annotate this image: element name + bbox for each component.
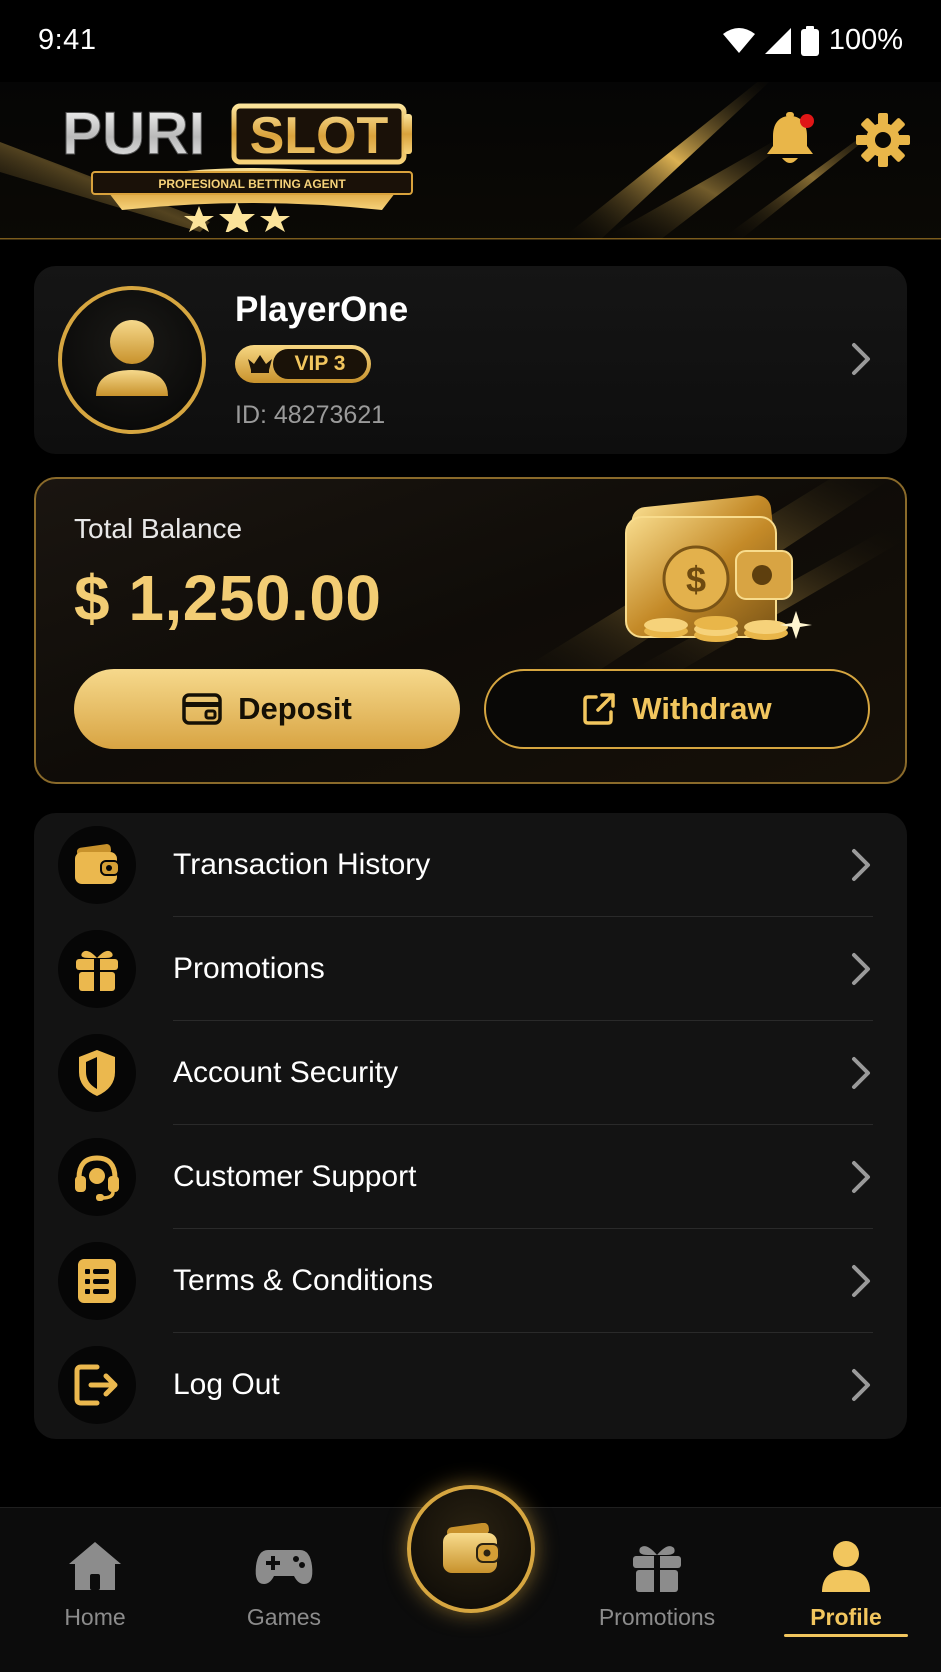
menu-item-customer-support[interactable]: Customer Support	[34, 1125, 907, 1229]
balance-label: Total Balance	[74, 513, 243, 544]
menu-label: Promotions	[173, 952, 325, 985]
app-header: PROFESIONAL BETTING AGENT PURI SLOT	[0, 82, 941, 240]
nav-label: Games	[246, 1604, 322, 1630]
notification-bell-button[interactable]	[764, 112, 816, 168]
card-icon	[182, 693, 222, 725]
purislot-logo: PROFESIONAL BETTING AGENT PURI SLOT	[62, 92, 442, 234]
cellular-icon	[764, 27, 791, 54]
chevron-right-icon	[852, 343, 870, 375]
nav-games[interactable]: Games	[209, 1528, 359, 1658]
menu-icon-bg	[58, 1346, 136, 1424]
menu-item-log-out[interactable]: Log Out	[34, 1333, 907, 1437]
deposit-button[interactable]: Deposit	[74, 669, 460, 749]
status-icons: 100%	[722, 24, 903, 57]
battery-percent: 100%	[828, 24, 903, 56]
menu-label: Account Security	[173, 1056, 399, 1089]
withdraw-button[interactable]: Withdraw	[484, 669, 870, 749]
wallet-icon	[75, 844, 120, 884]
chevron-right-icon	[852, 1161, 870, 1193]
menu-icon-bg	[58, 1242, 136, 1320]
settings-button[interactable]	[856, 113, 910, 167]
nav-label: Profile	[810, 1604, 882, 1630]
menu-item-promotions[interactable]: Promotions	[34, 917, 907, 1021]
nav-wallet-button[interactable]	[407, 1485, 535, 1613]
profile-card[interactable]: PlayerOne VIP 3 ID: 48273621	[34, 266, 907, 454]
balance-amount: $ 1,250.00	[74, 562, 382, 634]
gamepad-icon	[255, 1550, 313, 1584]
menu-icon-bg	[58, 930, 136, 1008]
user-icon	[822, 1541, 870, 1592]
menu-label: Terms & Conditions	[173, 1264, 434, 1297]
chevron-right-icon	[852, 1057, 870, 1089]
user-icon	[96, 320, 168, 396]
nav-promotions[interactable]: Promotions	[582, 1528, 732, 1658]
menu-label: Transaction History	[173, 848, 431, 881]
chevron-right-icon	[852, 1369, 870, 1401]
profile-id: ID: 48273621	[235, 401, 386, 429]
menu-icon-bg	[58, 826, 136, 904]
vip-level: VIP 3	[273, 349, 367, 379]
withdraw-label: Withdraw	[632, 691, 772, 726]
svg-text:$: $	[686, 559, 706, 600]
svg-text:PROFESIONAL BETTING AGENT: PROFESIONAL BETTING AGENT	[158, 177, 346, 191]
nav-home[interactable]: Home	[20, 1528, 170, 1658]
shield-icon	[79, 1050, 115, 1096]
profile-name: PlayerOne	[235, 290, 409, 329]
menu-item-transaction-history[interactable]: Transaction History	[34, 813, 907, 917]
chevron-right-icon	[852, 849, 870, 881]
status-time: 9:41	[38, 24, 97, 56]
status-bar: 9:41 100%	[0, 0, 941, 82]
menu-icon-bg	[58, 1034, 136, 1112]
svg-text:SLOT: SLOT	[250, 107, 389, 165]
nav-label: Home	[64, 1604, 126, 1630]
gear-icon	[856, 113, 910, 167]
wifi-icon	[722, 27, 755, 53]
gift-icon	[633, 1546, 681, 1592]
chevron-right-icon	[852, 953, 870, 985]
chevron-right-icon	[852, 1265, 870, 1297]
crown-icon	[248, 355, 272, 373]
wallet-icon	[443, 1523, 500, 1573]
active-tab-indicator	[784, 1634, 908, 1637]
avatar	[58, 286, 206, 434]
menu-icon-bg	[58, 1138, 136, 1216]
external-link-icon	[583, 693, 616, 725]
nav-label: Promotions	[598, 1604, 716, 1630]
logout-icon	[74, 1364, 118, 1406]
balance-card: $ Total Balance $ 1,250.00 Deposit Withd…	[34, 477, 907, 784]
account-menu: Transaction History Promotions Account S…	[34, 813, 907, 1439]
wallet-illustration: $	[506, 479, 905, 679]
battery-icon	[800, 25, 819, 56]
headset-icon	[75, 1155, 119, 1201]
menu-label: Customer Support	[173, 1160, 417, 1193]
menu-item-terms-conditions[interactable]: Terms & Conditions	[34, 1229, 907, 1333]
svg-text:PURI: PURI	[62, 100, 205, 167]
nav-profile[interactable]: Profile	[771, 1528, 921, 1658]
menu-item-account-security[interactable]: Account Security	[34, 1021, 907, 1125]
notification-dot	[800, 114, 814, 128]
vip-badge: VIP 3	[235, 345, 371, 383]
deposit-label: Deposit	[238, 691, 352, 726]
gift-icon	[76, 950, 118, 991]
menu-label: Log Out	[173, 1368, 280, 1401]
document-icon	[78, 1259, 116, 1303]
home-icon	[69, 1542, 121, 1590]
